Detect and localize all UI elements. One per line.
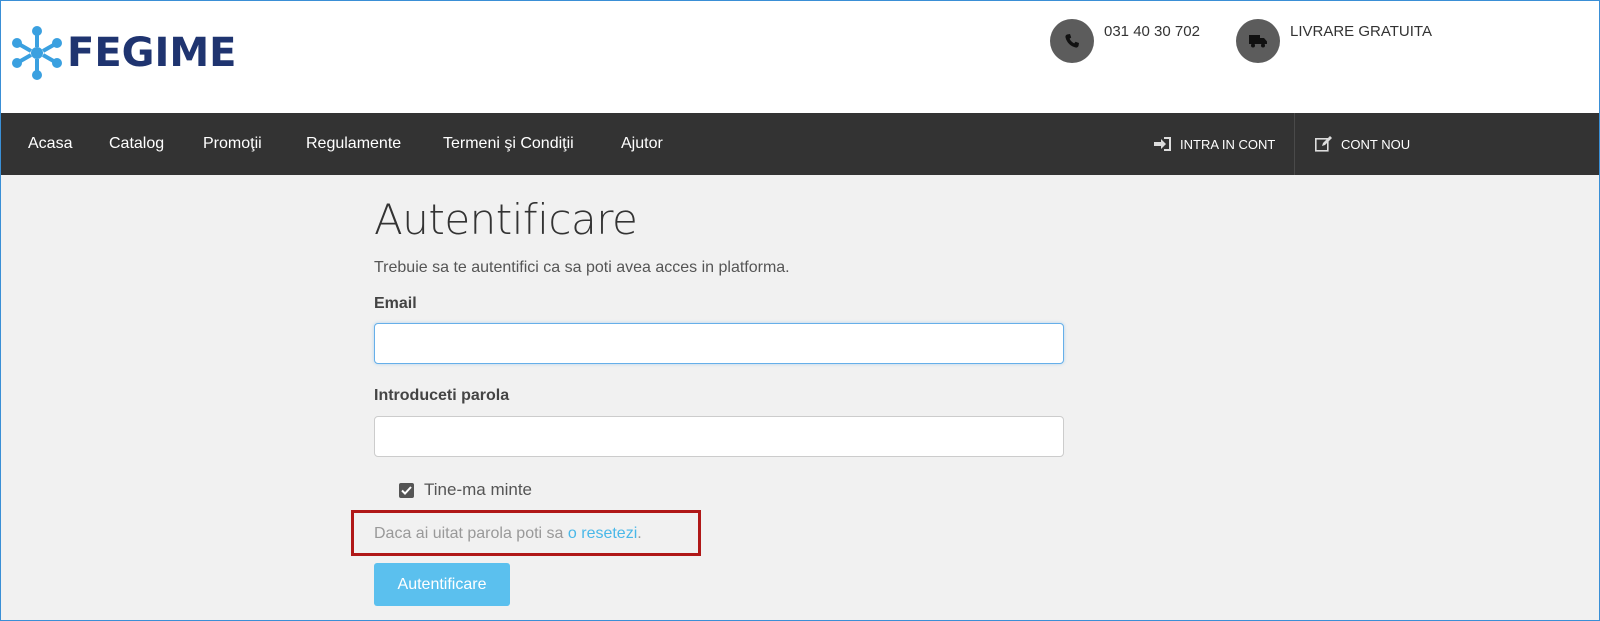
nav-item-acasa[interactable]: Acasa [28,113,72,175]
truck-icon [1236,19,1280,63]
password-label: Introduceti parola [374,387,510,404]
check-icon [401,485,412,495]
nav-item-regulamente[interactable]: Regulamente [306,113,401,175]
login-link[interactable]: INTRA IN CONT [1154,113,1275,175]
reset-password-link[interactable]: o resetezi [568,525,637,542]
forgot-suffix: . [637,525,642,542]
phone-contact[interactable]: 031 40 30 702 [1050,19,1200,63]
site-header: FEGIME 031 40 30 702 LIVRARE GRATUITA [1,1,1599,113]
edit-icon [1315,136,1332,152]
page-title: Autentificare [374,195,638,244]
nav-item-termeni[interactable]: Termeni şi Condiţii [443,113,574,175]
forgot-password-text: Daca ai uitat parola poti sa o resetezi. [374,525,642,543]
brand-logo[interactable]: FEGIME [11,25,237,81]
nav-item-ajutor[interactable]: Ajutor [621,113,663,175]
nav-item-promotii[interactable]: Promoţii [203,113,262,175]
sign-in-icon [1154,137,1171,151]
phone-number: 031 40 30 702 [1104,23,1200,40]
email-field[interactable] [374,323,1064,364]
register-link[interactable]: CONT NOU [1315,113,1410,175]
submit-button[interactable]: Autentificare [374,563,510,606]
login-label: INTRA IN CONT [1180,136,1276,152]
nav-divider [1294,113,1295,175]
email-label: Email [374,295,417,312]
remember-me[interactable]: Tine-ma minte [399,480,532,500]
nav-item-catalog[interactable]: Catalog [109,113,164,175]
delivery-info: LIVRARE GRATUITA [1236,19,1432,63]
phone-icon [1050,19,1094,63]
remember-checkbox[interactable] [399,482,414,498]
main-nav: Acasa Catalog Promoţii Regulamente Terme… [1,113,1599,175]
forgot-prefix: Daca ai uitat parola poti sa [374,525,568,542]
password-field[interactable] [374,416,1064,457]
logo-mark-icon [12,26,62,80]
page-subtitle: Trebuie sa te autentifici ca sa poti ave… [374,259,790,276]
page-frame: FEGIME 031 40 30 702 LIVRARE GRATUITA Ac… [0,0,1600,621]
register-label: CONT NOU [1341,136,1411,152]
remember-label: Tine-ma minte [424,480,533,499]
delivery-label: LIVRARE GRATUITA [1290,23,1432,40]
brand-name: FEGIME [67,30,237,76]
